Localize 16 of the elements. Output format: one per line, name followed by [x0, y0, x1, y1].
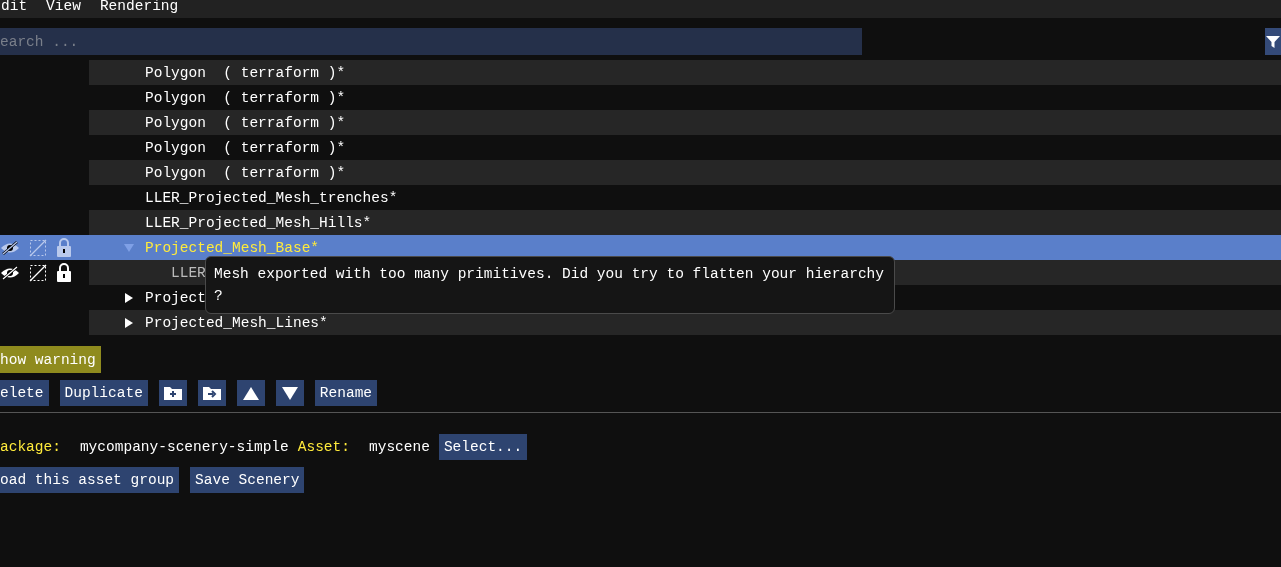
asset-name: myscene	[369, 439, 430, 455]
tree-item-label: Projected_Mesh_Base*	[145, 239, 320, 256]
tree-item-label: Projected_Mesh_Lines*	[145, 314, 328, 331]
package-label: ackage:	[0, 439, 61, 455]
tree-item-label: Polygon ( terraform )*	[145, 164, 346, 181]
tree-item-label: Polygon ( terraform )*	[145, 114, 346, 131]
tree-item-label: LLER	[171, 264, 206, 281]
tree-item-label: Polygon ( terraform )*	[145, 89, 346, 106]
tree-item-label: LLER_Projected_Mesh_trenches*	[145, 189, 398, 206]
tree-item-label: Project	[145, 289, 206, 306]
package-name: mycompany-scenery-simple	[79, 439, 289, 455]
tooltip: Mesh exported with too many primitives. Did you try to flatten your hierarchy ?	[205, 256, 895, 314]
tree-item-label: LLER_Projected_Mesh_Hills*	[145, 214, 372, 231]
tree-item-label: Polygon ( terraform )*	[145, 139, 346, 156]
asset-label: Asset:	[297, 439, 350, 455]
tree-item-label: Polygon ( terraform )*	[145, 64, 346, 81]
